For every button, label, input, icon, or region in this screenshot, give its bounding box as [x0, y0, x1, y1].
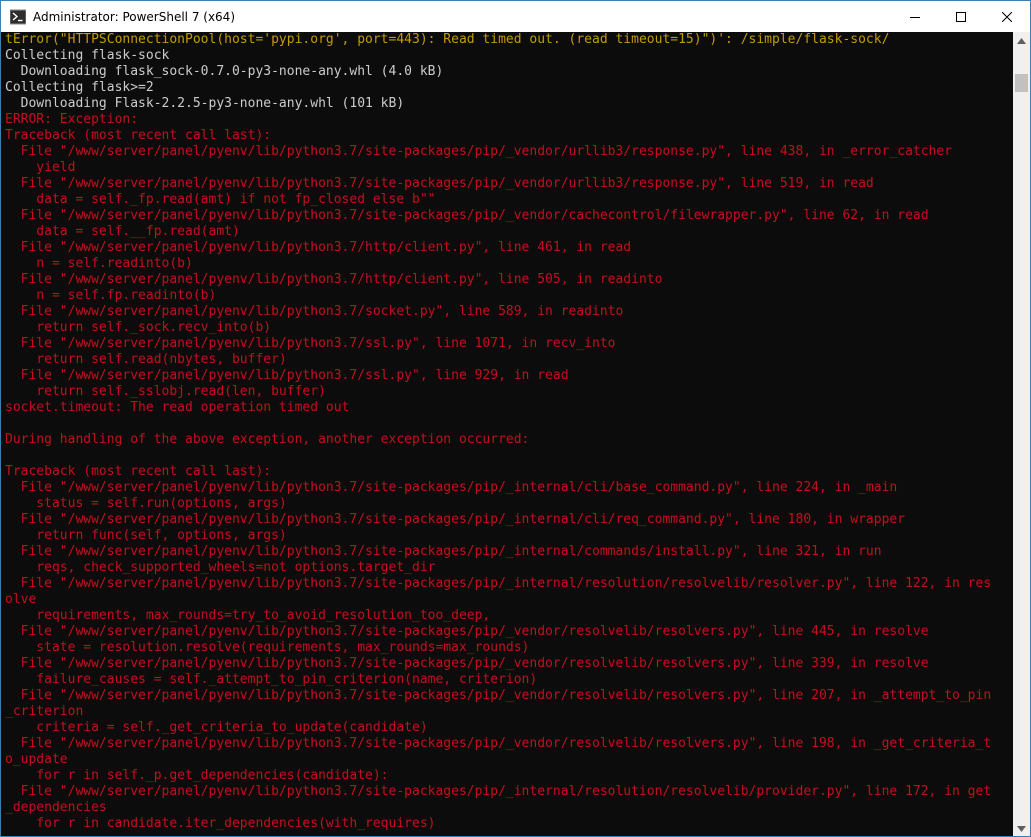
- maximize-button[interactable]: [938, 1, 984, 32]
- terminal-line: Traceback (most recent call last):: [5, 128, 272, 143]
- terminal-line: During handling of the above exception, …: [5, 432, 530, 447]
- terminal-line: Traceback (most recent call last):: [5, 464, 272, 479]
- powershell-window: Administrator: PowerShell 7 (x64) tError…: [0, 0, 1031, 837]
- terminal-line: olve: [5, 592, 37, 607]
- scrollbar-thumb[interactable]: [1015, 74, 1028, 92]
- terminal-line: criteria = self._get_criteria_to_update(…: [5, 720, 428, 735]
- terminal-line: Collecting flask>=2: [5, 80, 154, 95]
- terminal-line: requirements, max_rounds=try_to_avoid_re…: [5, 608, 491, 623]
- terminal-line: reqs, check_supported_wheels=not options…: [5, 560, 436, 575]
- terminal-line: n = self.fp.readinto(b): [5, 288, 217, 303]
- terminal-line: File "/www/server/panel/pyenv/lib/python…: [5, 736, 992, 751]
- terminal-line: File "/www/server/panel/pyenv/lib/python…: [5, 208, 929, 223]
- maximize-icon: [956, 11, 966, 22]
- terminal-line: Collecting flask-sock: [5, 48, 170, 63]
- terminal-line: File "/www/server/panel/pyenv/lib/python…: [5, 512, 906, 527]
- scroll-up-arrow-icon: [1017, 37, 1026, 44]
- terminal-line: for r in candidate.iter_dependencies(wit…: [5, 816, 436, 831]
- scroll-down-arrow-icon: [1017, 825, 1026, 832]
- vertical-scrollbar[interactable]: [1013, 32, 1030, 836]
- terminal-line: _dependencies: [5, 800, 107, 815]
- terminal-line: File "/www/server/panel/pyenv/lib/python…: [5, 784, 992, 799]
- terminal-line: File "/www/server/panel/pyenv/lib/python…: [5, 480, 898, 495]
- terminal-line: _criterion: [5, 704, 84, 719]
- terminal-line: o_update: [5, 752, 68, 767]
- terminal-line: socket.timeout: The read operation timed…: [5, 400, 350, 415]
- terminal-line: File "/www/server/panel/pyenv/lib/python…: [5, 240, 632, 255]
- terminal-line: File "/www/server/panel/pyenv/lib/python…: [5, 544, 882, 559]
- terminal-line: status = self.run(options, args): [5, 496, 287, 511]
- terminal-line: File "/www/server/panel/pyenv/lib/python…: [5, 688, 992, 703]
- terminal-output[interactable]: tError("HTTPSConnectionPool(host='pypi.o…: [1, 32, 1013, 836]
- terminal-line: return func(self, options, args): [5, 528, 287, 543]
- terminal-line: File "/www/server/panel/pyenv/lib/python…: [5, 624, 929, 639]
- terminal-line: for r in self._p.get_dependencies(candid…: [5, 768, 389, 783]
- window-title: Administrator: PowerShell 7 (x64): [33, 9, 236, 24]
- scroll-up-button[interactable]: [1013, 32, 1030, 49]
- terminal-line: File "/www/server/panel/pyenv/lib/python…: [5, 368, 569, 383]
- terminal-line: File "/www/server/panel/pyenv/lib/python…: [5, 336, 616, 351]
- terminal-line: return self._sock.recv_into(b): [5, 320, 272, 335]
- terminal-line: Downloading flask_sock-0.7.0-py3-none-an…: [5, 64, 444, 79]
- terminal-line: File "/www/server/panel/pyenv/lib/python…: [5, 272, 663, 287]
- scroll-down-button[interactable]: [1013, 820, 1030, 836]
- minimize-icon: [910, 16, 920, 18]
- close-icon: [1002, 11, 1012, 22]
- terminal-line: state = resolution.resolve(requirements,…: [5, 640, 530, 655]
- terminal-line: File "/www/server/panel/pyenv/lib/python…: [5, 176, 874, 191]
- terminal-line: data = self._fp.read(amt) if not fp_clos…: [5, 192, 436, 207]
- minimize-button[interactable]: [892, 1, 938, 32]
- terminal-line: data = self.__fp.read(amt): [5, 224, 240, 239]
- terminal-line: File "/www/server/panel/pyenv/lib/python…: [5, 576, 992, 591]
- terminal-line: return self._sslobj.read(len, buffer): [5, 384, 326, 399]
- terminal-line: File "/www/server/panel/pyenv/lib/python…: [5, 144, 953, 159]
- terminal-line: tError("HTTPSConnectionPool(host='pypi.o…: [5, 32, 890, 47]
- terminal-line: File "/www/server/panel/pyenv/lib/python…: [5, 656, 929, 671]
- terminal-line: File "/www/server/panel/pyenv/lib/python…: [5, 304, 624, 319]
- powershell-icon: [10, 9, 26, 24]
- terminal-line: return self.read(nbytes, buffer): [5, 352, 287, 367]
- terminal-line: Downloading Flask-2.2.5-py3-none-any.whl…: [5, 96, 405, 111]
- terminal-line: failure_causes = self._attempt_to_pin_cr…: [5, 672, 538, 687]
- terminal-line: n = self.readinto(b): [5, 256, 193, 271]
- terminal-line: ERROR: Exception:: [5, 112, 139, 127]
- title-bar[interactable]: Administrator: PowerShell 7 (x64): [1, 1, 1030, 32]
- terminal-line: yield: [5, 160, 76, 175]
- close-button[interactable]: [984, 1, 1030, 32]
